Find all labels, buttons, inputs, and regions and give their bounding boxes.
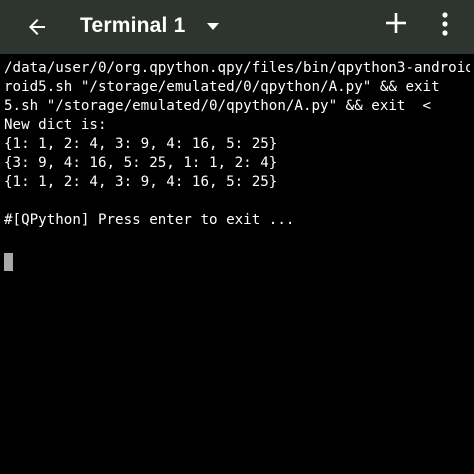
terminal-line: roid5.sh "/storage/emulated/0/qpython/A.…	[4, 79, 440, 95]
add-terminal-button[interactable]	[381, 8, 411, 38]
back-button[interactable]	[20, 10, 54, 44]
terminal-output[interactable]: /data/user/0/org.qpython.qpy/files/bin/q…	[0, 54, 474, 474]
plus-icon	[386, 13, 406, 33]
terminal-line: /data/user/0/org.qpython.qpy/files/bin/q…	[4, 60, 470, 76]
text-cursor	[4, 253, 13, 271]
terminal-line: New dict is:	[4, 117, 107, 133]
arrow-back-icon	[29, 19, 45, 35]
terminal-line: {3: 9, 4: 16, 5: 25, 1: 1, 2: 4}	[4, 155, 278, 171]
overflow-menu-button[interactable]	[433, 7, 457, 41]
terminal-line: #[QPython] Press enter to exit ...	[4, 212, 295, 228]
terminal-app: Terminal 1 /data/user/0/org.qpython.qpy/…	[0, 0, 474, 474]
dropdown-triangle-icon	[207, 22, 220, 30]
terminal-session-selector[interactable]: Terminal 1	[80, 6, 220, 46]
terminal-lines: /data/user/0/org.qpython.qpy/files/bin/q…	[4, 59, 470, 230]
more-vert-icon	[442, 12, 448, 36]
terminal-line: {1: 1, 2: 4, 3: 9, 4: 16, 5: 25}	[4, 174, 278, 190]
app-toolbar: Terminal 1	[0, 0, 474, 54]
terminal-line: {1: 1, 2: 4, 3: 9, 4: 16, 5: 25}	[4, 136, 278, 152]
terminal-line: 5.sh "/storage/emulated/0/qpython/A.py" …	[4, 98, 432, 114]
page-title: Terminal 1	[80, 14, 186, 37]
